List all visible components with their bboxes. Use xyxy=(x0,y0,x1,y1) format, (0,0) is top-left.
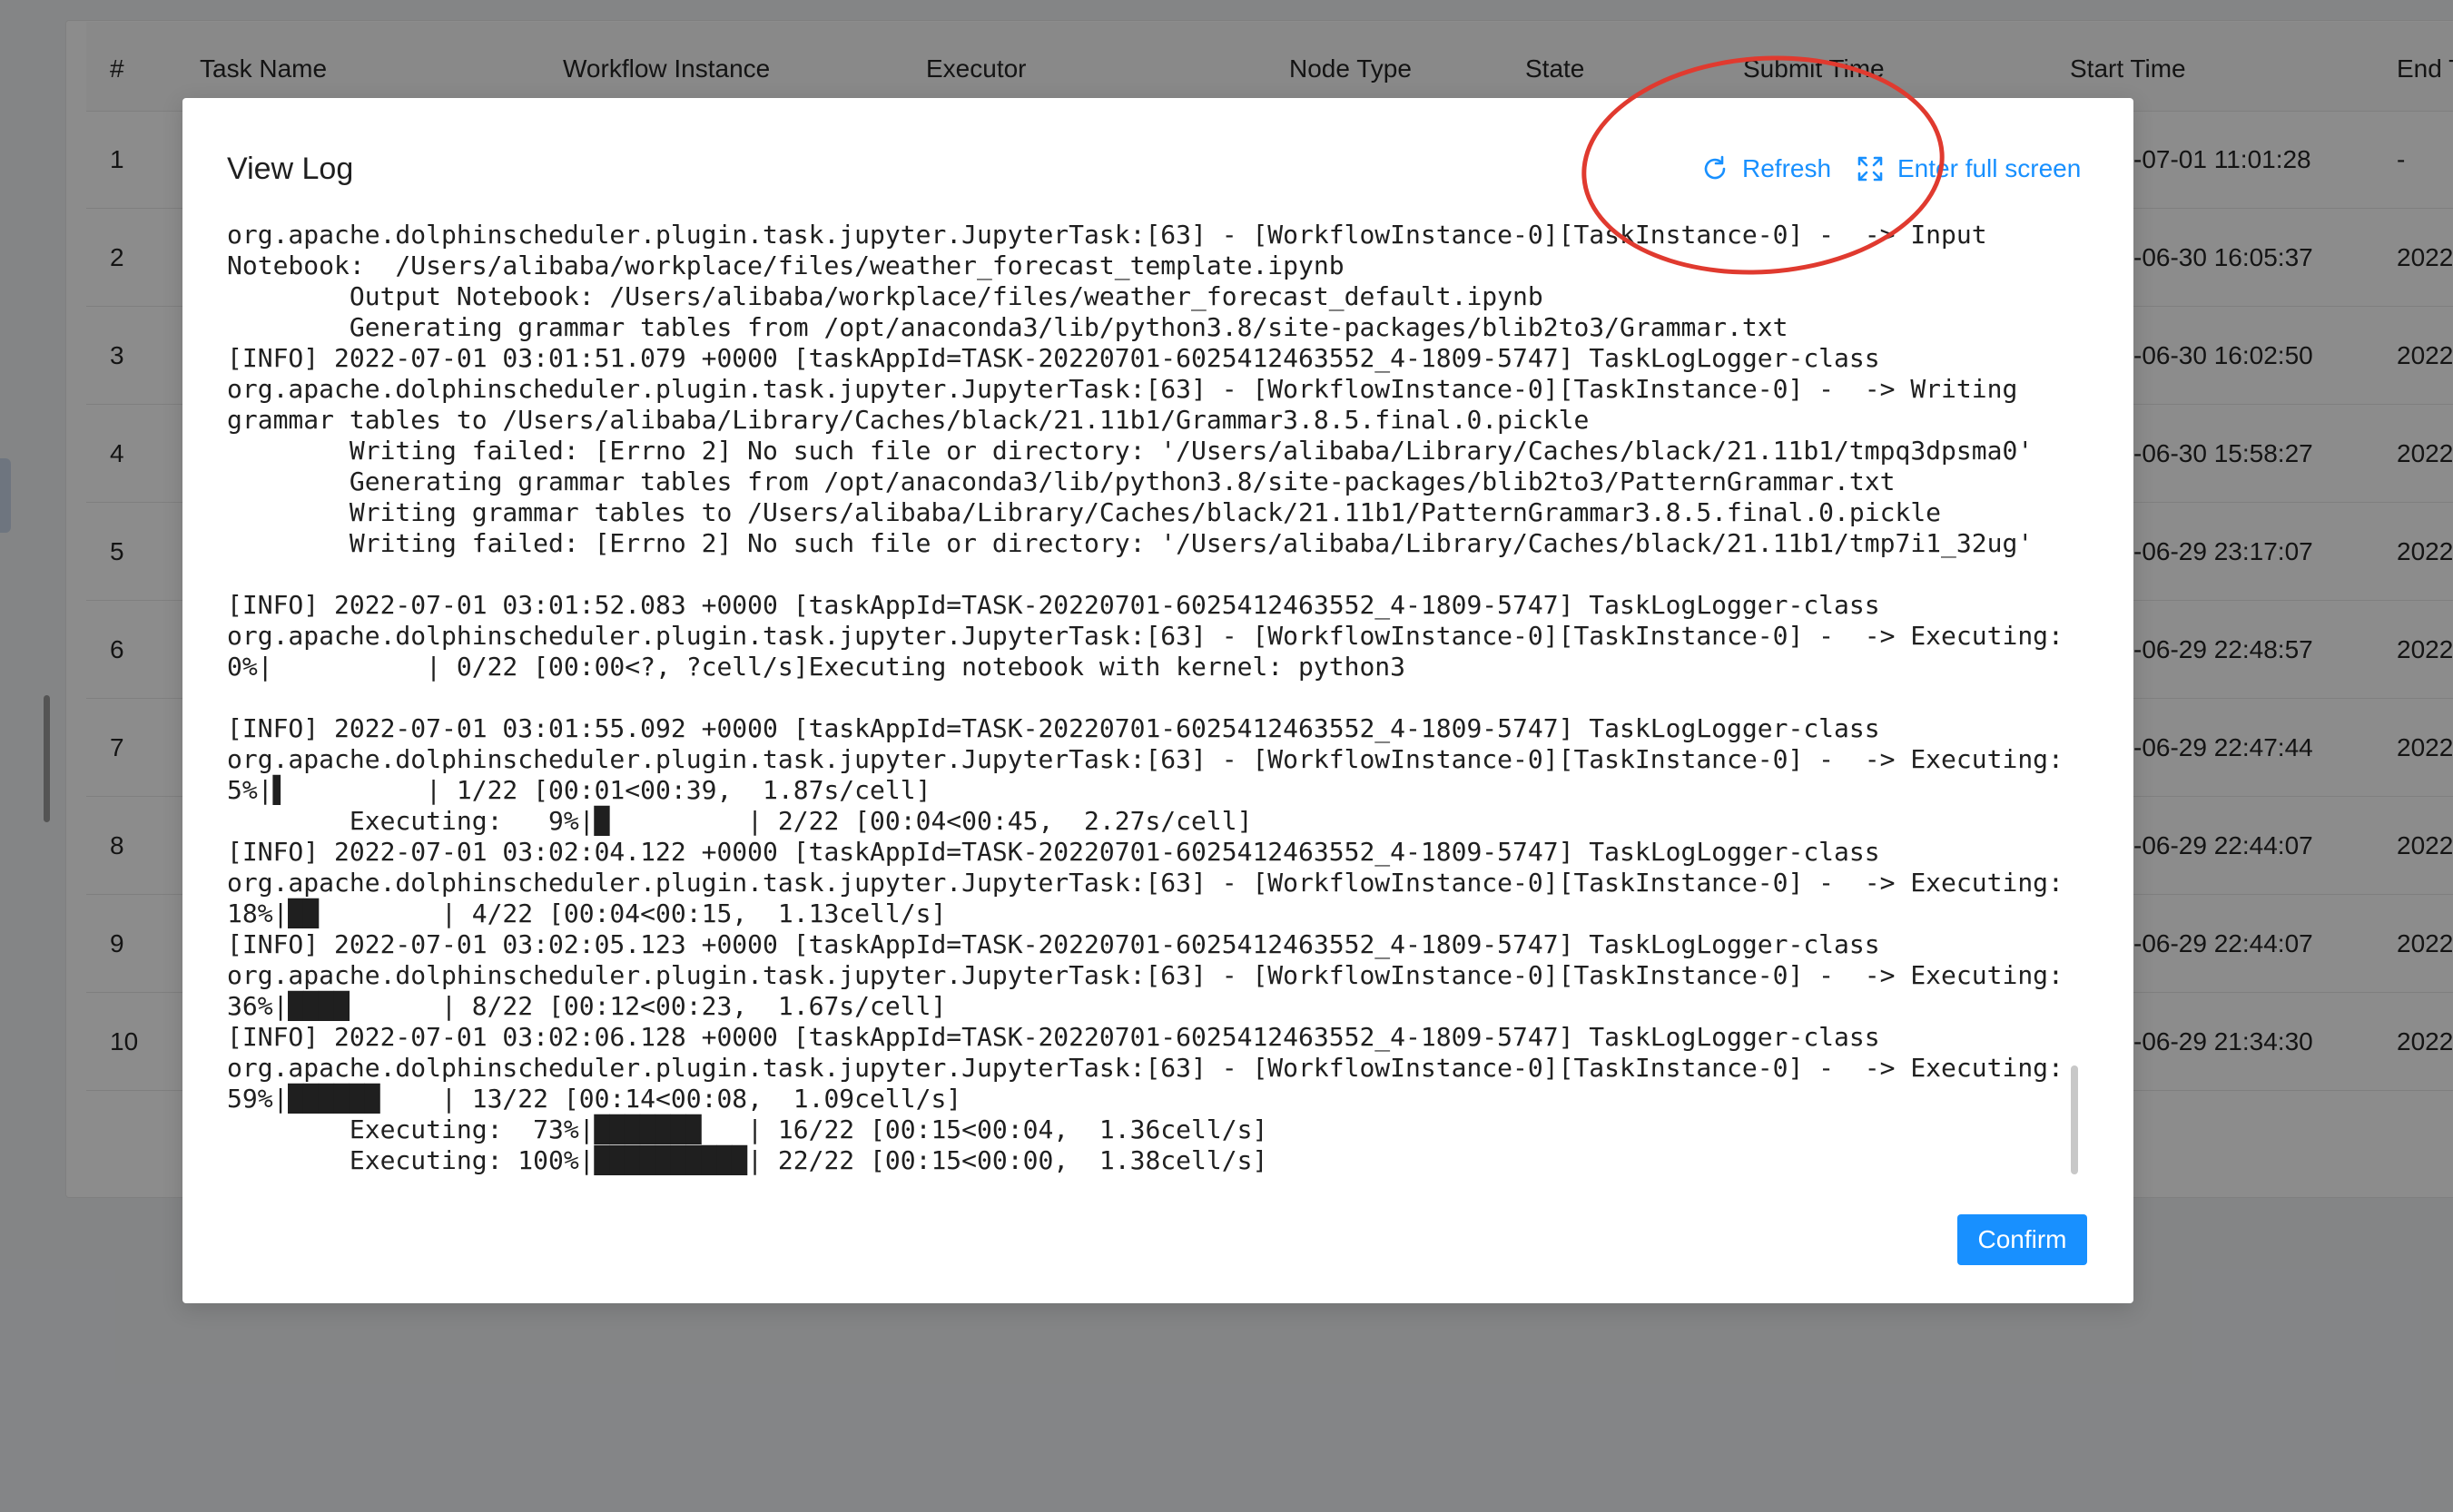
log-content: org.apache.dolphinscheduler.plugin.task.… xyxy=(227,220,2064,1175)
fullscreen-label: Enter full screen xyxy=(1897,154,2082,182)
fullscreen-button[interactable]: Enter full screen xyxy=(1856,142,2081,196)
log-viewer[interactable]: org.apache.dolphinscheduler.plugin.task.… xyxy=(227,220,2093,1281)
refresh-icon xyxy=(1704,155,1726,180)
refresh-button[interactable]: Refresh xyxy=(1700,142,1831,196)
view-log-modal: View Log Refresh Enter full screen org.a… xyxy=(182,98,2133,1303)
fullscreen-icon xyxy=(1857,156,1883,182)
log-scrollbar[interactable] xyxy=(2071,1065,2078,1174)
modal-title: View Log xyxy=(227,152,354,186)
confirm-button[interactable]: Confirm xyxy=(1957,1214,2087,1265)
refresh-label: Refresh xyxy=(1742,154,1832,182)
